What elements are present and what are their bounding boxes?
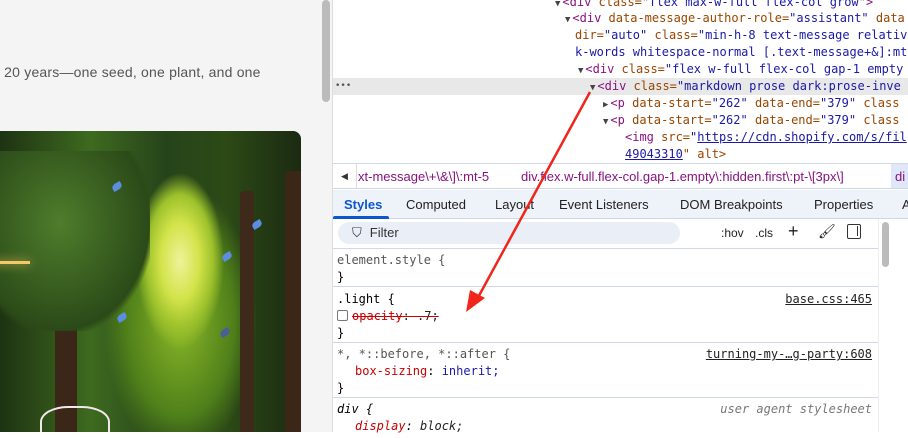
breadcrumb-item-selected[interactable]: di <box>891 164 908 188</box>
rule-selector[interactable]: element.style { <box>337 252 874 269</box>
rule-source-link[interactable]: turning-my-…g-party:608 <box>706 346 872 363</box>
breadcrumb: ◀ xt-message\+\&\]\:mt-5 div.flex.w-full… <box>333 163 908 189</box>
tab-layout[interactable]: Layout <box>495 197 534 212</box>
tab-styles[interactable]: Styles <box>344 197 382 212</box>
property-value[interactable]: inherit; <box>442 364 500 378</box>
toggle-sidebar-icon[interactable] <box>847 224 861 239</box>
forest-image <box>0 131 301 432</box>
dom-node[interactable]: ▶ <p data-start="262" data-end="379" clas… <box>603 95 899 112</box>
tab-dom-breakpoints[interactable]: DOM Breakpoints <box>680 197 783 212</box>
cls-button[interactable]: .cls <box>755 226 773 240</box>
breadcrumb-scroll-left-icon[interactable]: ◀ <box>333 164 357 188</box>
more-options-ellipsis[interactable]: ••• <box>335 78 351 95</box>
property-value[interactable]: .7; <box>410 309 439 323</box>
dom-node-cont: dir="auto" class="min-h-8 text-message r… <box>575 28 908 42</box>
filter-icon: ⛉ <box>352 225 362 240</box>
hov-button[interactable]: :hov <box>721 226 744 240</box>
style-rule-div: div { user agent stylesheet display: blo… <box>337 402 872 433</box>
dom-node-cont: k-words whitespace-normal [.text-message… <box>575 45 908 59</box>
rule-source: user agent stylesheet <box>720 402 872 416</box>
dom-node[interactable]: ▼ <div class="flex w-full flex-col gap-1 … <box>578 61 903 78</box>
rule-source-link[interactable]: base.css:465 <box>785 291 872 308</box>
dom-node[interactable]: ▼ <p data-start="262" data-end="379" clas… <box>603 112 899 129</box>
style-rule-universal: *, *::before, *::after { turning-my-…g-p… <box>333 343 878 398</box>
web-page: t 20 years—one seed, one plant, and one <box>0 0 320 432</box>
dom-node[interactable]: <img src="https://cdn.shopify.com/s/fil <box>625 129 907 146</box>
styles-toolbar: ⛉ Filter :hov .cls + 🖌 <box>333 219 878 249</box>
tab-properties[interactable]: Properties <box>814 197 873 212</box>
new-rule-plus-icon[interactable]: + <box>788 221 799 242</box>
style-rule-element: element.style { } <box>333 249 878 287</box>
dom-node-cont: 49043310" alt> <box>625 147 727 161</box>
property-checkbox[interactable] <box>337 310 348 321</box>
styles-scrollbar[interactable] <box>878 219 892 432</box>
page-scrollbar[interactable] <box>320 0 333 432</box>
devtools-panel: ▼ <div class="flex max-w-full flex-col gr… <box>333 0 908 433</box>
dom-node[interactable]: ▼ <div data-message-author-role="assistan… <box>565 10 905 27</box>
paragraph-text: t 20 years—one seed, one plant, and one <box>0 64 261 80</box>
dom-node-selected[interactable]: ▼ <div class="markdown prose dark:prose-i… <box>590 78 901 95</box>
tab-computed[interactable]: Computed <box>406 197 466 212</box>
img-src-link[interactable]: https://cdn.shopify.com/s/fil <box>697 130 907 144</box>
tab-event-listeners[interactable]: Event Listeners <box>559 197 649 212</box>
style-rule-light: .light { base.css:465 opacity: .7; } <box>333 288 878 343</box>
tab-more[interactable]: A <box>902 197 908 212</box>
breadcrumb-item[interactable]: xt-message\+\&\]\:mt-5 <box>358 169 489 184</box>
breadcrumb-item[interactable]: div.flex.w-full.flex-col.gap-1.empty\:hi… <box>521 169 844 184</box>
filter-input[interactable]: ⛉ Filter <box>338 222 680 244</box>
property-name[interactable]: box-sizing <box>355 364 427 378</box>
sidebar-tabs: Styles Computed Layout Event Listeners D… <box>333 190 908 219</box>
paint-brush-icon[interactable]: 🖌 <box>818 223 836 240</box>
property-name[interactable]: opacity <box>352 309 403 323</box>
